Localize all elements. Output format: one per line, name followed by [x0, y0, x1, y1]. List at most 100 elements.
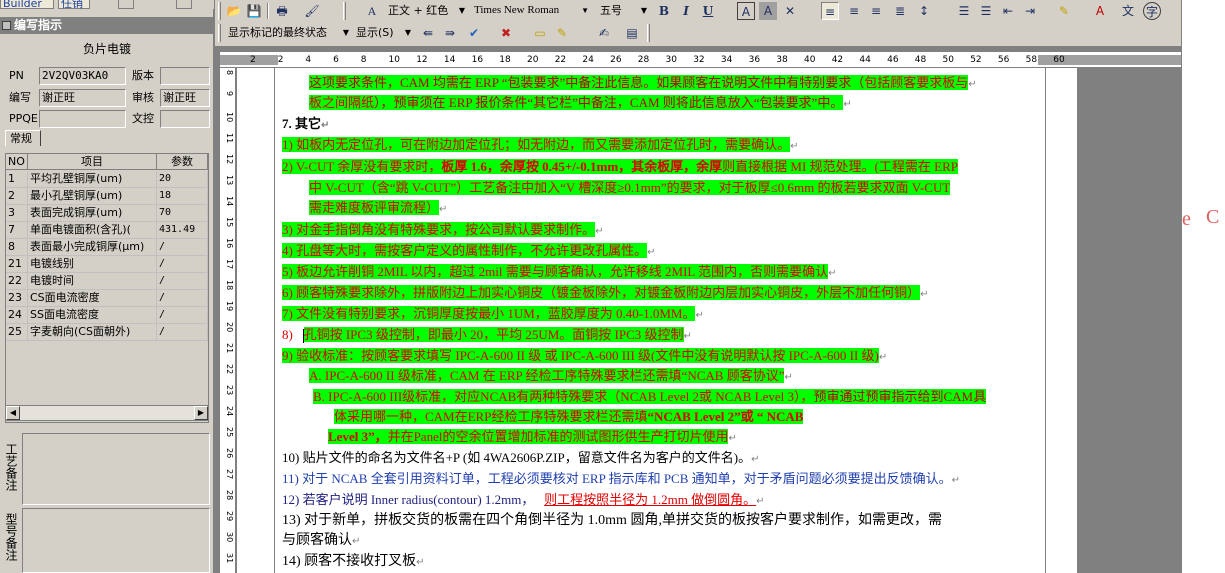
doc-line[interactable]: 14) 顾客不接收打叉板↵ — [282, 552, 425, 572]
row-value[interactable]: 18 — [157, 188, 208, 205]
font-combo[interactable]: Times New Roman ▼ — [471, 1, 591, 20]
numbering-icon[interactable]: ☰ — [955, 2, 973, 20]
doc-line[interactable]: A. IPC-A-600 II 级标准，CAM 在 ERP 经检工序特殊要求栏还… — [309, 366, 793, 387]
table-row[interactable]: 8 表面最小完成铜厚(μm) / — [6, 239, 208, 256]
doc-line[interactable]: 11) 对于 NCAB 全套引用资料订单，工程必须要核对 ERP 指示库和 PC… — [282, 469, 960, 490]
row-value[interactable]: / — [157, 256, 208, 273]
increase-indent-icon[interactable]: ⇥ — [1021, 2, 1039, 20]
doc-line[interactable]: 13) 对于新单，拼板交货的板需在四个角倒半径为 1.0mm 圆角,单拼交货的板… — [282, 511, 942, 530]
doc-line[interactable]: Level 3”，并在Panel的空余位置增加标准的测试图形供生产打切片使用↵ — [328, 427, 737, 448]
table-row[interactable]: 7 单面电镀面积(含孔)( 431.49 — [6, 222, 208, 239]
doc-line[interactable]: 12) 若客户说明 Inner radius(contour) 1.2mm， 则… — [282, 490, 765, 511]
reviewing-pane-icon[interactable]: ▤ — [623, 24, 641, 42]
row-value[interactable]: / — [157, 290, 208, 307]
table-row[interactable]: 22 电镀时间 / — [6, 273, 208, 290]
enclose-char-icon[interactable]: 字 — [1143, 2, 1161, 20]
previous-change-icon[interactable]: ⇚ — [419, 24, 437, 42]
justify-icon[interactable]: ≣ — [891, 2, 909, 20]
ppqe-field[interactable] — [39, 110, 126, 128]
char-shading-icon[interactable]: A — [759, 2, 777, 20]
doc-line[interactable]: 7) 文件没有特别要求，沉铜厚度按最小 1UM，蓝胶厚度为 0.40-1.0MM… — [282, 304, 704, 325]
size-combo[interactable]: 五号 ▼ — [597, 1, 649, 20]
doc-line[interactable]: 板之间隔纸），预审须在 ERP 报价条件“其它栏”中备注，CAM 则将此信息放入… — [309, 93, 852, 114]
document-area[interactable]: 这项要求条件，CAM 均需在 ERP “包装要求”中备注此信息。如果顾客在说明文… — [237, 68, 1181, 573]
row-value[interactable]: / — [157, 273, 208, 290]
tab-general[interactable]: 常规 — [5, 130, 41, 146]
toolbar-grip[interactable] — [343, 2, 346, 20]
table-row[interactable]: 21 电镀线别 / — [6, 256, 208, 273]
doc-line[interactable]: 1) 如板内无定位孔，可在附边加定位孔；如无附边，而又需要添加定位孔时，需要确认… — [282, 135, 798, 156]
col-value-header[interactable]: 参数 — [157, 154, 208, 170]
align-center-icon[interactable]: ≡ — [845, 2, 863, 20]
tab-icon-1[interactable] — [118, 0, 134, 9]
doc-line[interactable]: 8) 孔铜按 IPC3 级控制，即最小 20，平均 25UM。面铜按 IPC3 … — [282, 325, 692, 346]
pin-icon[interactable] — [2, 21, 11, 30]
toolbar-grip[interactable] — [218, 24, 221, 42]
doc-line[interactable]: 2) V-CUT 余厚没有要求时，板厚 1.6，余厚按 0.45+/-0.1mm… — [282, 157, 958, 176]
scroll-left-icon[interactable]: ◀ — [6, 406, 20, 420]
doc-line[interactable]: 4) 孔盘等大时，需按客户定义的属性制作，不允许更改孔属性。↵ — [282, 241, 655, 262]
underline-button[interactable]: U — [699, 2, 717, 20]
line-spacing-icon[interactable]: ↕ — [915, 2, 933, 20]
reviewer-field[interactable]: 谢正旺 — [160, 89, 210, 107]
col-item-header[interactable]: 项目 — [28, 154, 157, 170]
horizontal-ruler[interactable]: 2 2 4 6 8 10 12 14 16 18 20 22 24 26 28 30 32 34 36 38 40 42 4… — [220, 52, 1181, 68]
doc-line[interactable]: 6) 顾客特殊要求除外，拼版附边上加实心铜皮（镀金板除外，对镀金板附边内层加实心… — [282, 283, 928, 304]
track-changes-icon[interactable]: ✍ — [595, 24, 613, 42]
table-row[interactable]: 3 表面完成铜厚(um) 70 — [6, 205, 208, 222]
table-row[interactable]: 2 最小孔壁铜厚(um) 18 — [6, 188, 208, 205]
doc-control-field[interactable] — [160, 110, 210, 128]
doc-line[interactable]: 3) 对金手指倒角没有特殊要求，按公司默认要求制作。↵ — [282, 220, 603, 241]
process-notes-box[interactable] — [22, 433, 210, 505]
table-row[interactable]: 23 CS面电流密度 / — [6, 290, 208, 307]
doc-line[interactable]: 需走难度板评审流程）↵ — [309, 198, 447, 219]
phonetic-guide-icon[interactable]: 文 — [1119, 2, 1137, 20]
row-value[interactable]: 20 — [157, 171, 208, 188]
open-folder-icon[interactable]: 📂 — [225, 2, 243, 20]
vertical-ruler[interactable]: 8 9 10 11 12 13 14 15 16 17 18 19 20 21 22 23 24 25 26 27 28… — [220, 68, 236, 573]
doc-line[interactable]: B. IPC-A-600 III级标准，对应NCAB有两种特殊要求（NCAB L… — [313, 387, 987, 406]
tab-builder[interactable]: Builder — [0, 0, 54, 9]
pn-field[interactable]: 2V2QV03KA0 — [39, 67, 126, 85]
toolbar-grip[interactable] — [647, 24, 650, 42]
italic-button[interactable]: I — [677, 2, 695, 20]
row-value[interactable]: / — [157, 239, 208, 256]
doc-line[interactable]: 10) 贴片文件的命名为文件名+P (如 4WA2606P.ZIP，留意文件名为… — [282, 448, 759, 469]
next-change-icon[interactable]: ⇛ — [441, 24, 459, 42]
model-notes-box[interactable] — [22, 508, 210, 573]
show-menu-button[interactable]: 显示(S) ▼ — [353, 23, 413, 42]
accept-change-icon[interactable]: ✔ — [465, 24, 483, 42]
reviewer-highlight-icon[interactable]: ✎ — [553, 24, 571, 42]
row-value[interactable]: / — [157, 307, 208, 324]
doc-line[interactable]: 5) 板边允许削铜 2MIL 以内，超过 2mil 需要与顾客确认，允许移线 2… — [282, 262, 837, 283]
tab-icon-2[interactable] — [176, 0, 192, 9]
doc-line[interactable]: 这项要求条件，CAM 均需在 ERP “包装要求”中备注此信息。如果顾客在说明文… — [309, 73, 977, 94]
format-painter-icon[interactable]: 🖌 — [303, 2, 321, 20]
doc-heading[interactable]: 7. 其它↵ — [282, 114, 329, 135]
doc-line[interactable]: 与顾客确认↵ — [282, 531, 360, 551]
writer-field[interactable]: 谢正旺 — [39, 89, 126, 107]
grid-horizontal-scrollbar[interactable]: ◀ ▶ — [5, 405, 209, 421]
document-page[interactable]: 这项要求条件，CAM 均需在 ERP “包装要求”中备注此信息。如果顾客在说明文… — [237, 68, 1077, 573]
row-value[interactable]: / — [157, 324, 208, 341]
reject-change-icon[interactable]: ✖ — [497, 24, 515, 42]
char-scale-icon[interactable]: ✕ — [781, 2, 799, 20]
table-row[interactable]: 25 字麦朝向(CS面朝外) / — [6, 324, 208, 341]
align-left-icon[interactable]: ≡ — [821, 2, 839, 20]
bullets-icon[interactable]: ☰ — [977, 2, 995, 20]
tab-renxiao[interactable]: 任销 — [58, 0, 90, 9]
row-value[interactable]: 70 — [157, 205, 208, 222]
style-combo[interactable]: 正文 + 红色 ▼ — [385, 1, 467, 20]
markup-display-combo[interactable]: 显示标记的最终状态 ▼ — [225, 23, 351, 42]
col-no-header[interactable]: NO — [6, 154, 28, 170]
style-icon[interactable]: A — [363, 2, 381, 20]
doc-line[interactable]: 中 V-CUT（含“跳 V-CUT”）工艺备注中加入“V 槽深度≥0.1mm”的… — [309, 178, 951, 197]
row-value[interactable]: 431.49 — [157, 222, 208, 239]
new-comment-icon[interactable]: ▭ — [531, 24, 549, 42]
decrease-indent-icon[interactable]: ⇤ — [999, 2, 1017, 20]
char-border-icon[interactable]: A — [737, 2, 755, 20]
font-color-icon[interactable]: A — [1091, 2, 1109, 20]
scroll-right-icon[interactable]: ▶ — [194, 406, 208, 420]
bold-button[interactable]: B — [655, 2, 673, 20]
table-row[interactable]: 24 SS面电流密度 / — [6, 307, 208, 324]
